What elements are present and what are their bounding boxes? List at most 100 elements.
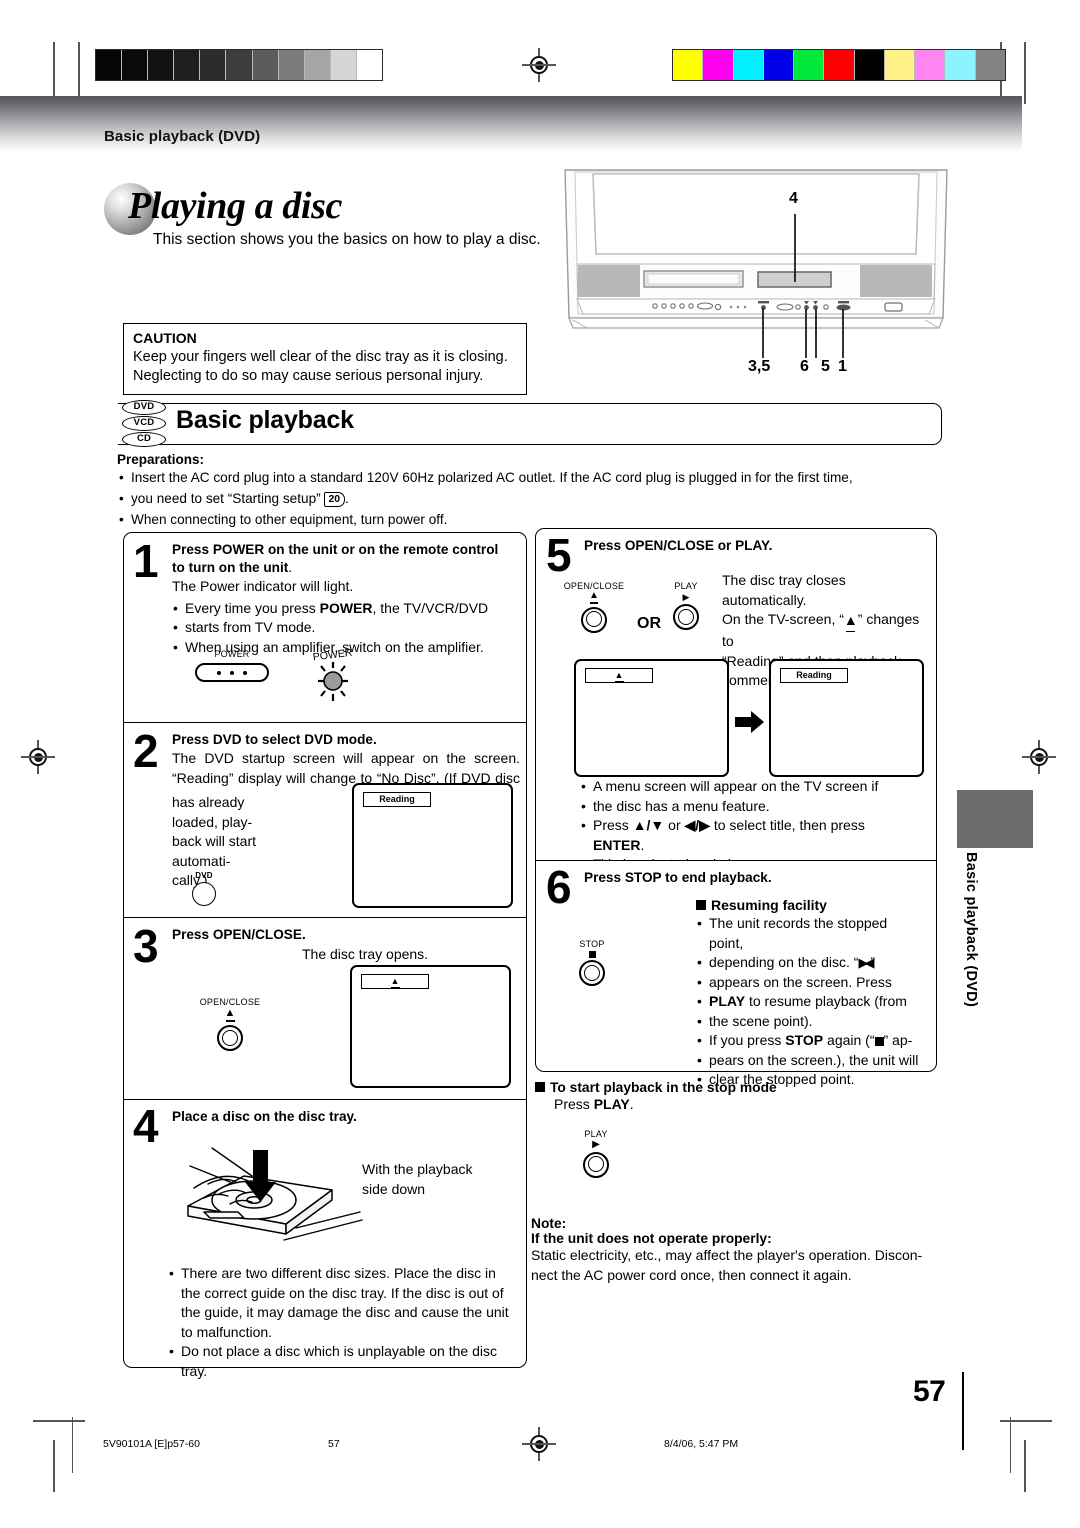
step-5-open-close-button-icon[interactable] bbox=[581, 606, 607, 633]
color-swatch-5 bbox=[823, 50, 854, 80]
square-bullet-icon bbox=[696, 900, 706, 910]
right-arrow-glyph bbox=[735, 711, 764, 733]
color-swatch-7 bbox=[883, 50, 915, 80]
step-5-bullet-3-arrows-2: ◀/▶ bbox=[684, 817, 710, 833]
step-5-play-button-icon[interactable] bbox=[673, 604, 699, 630]
preparations-label: Preparations: bbox=[117, 452, 205, 467]
device-illustration: 4 3,5 6 5 1 bbox=[555, 168, 955, 388]
note-heading: If the unit does not operate properly: bbox=[531, 1231, 772, 1246]
disc-icon-dvd: DVD bbox=[122, 400, 166, 415]
crop-mark-top-left-a bbox=[53, 42, 55, 104]
stop-button-icon[interactable] bbox=[579, 960, 605, 986]
stop-icon bbox=[588, 951, 596, 958]
power-button-label: POWER bbox=[214, 649, 250, 659]
preparations-bullet-2: When connecting to other equipment, turn… bbox=[117, 509, 945, 530]
step-1-bullet-1-b: POWER bbox=[319, 599, 373, 616]
step-6-b2-l1-d: ” ap- bbox=[883, 1032, 913, 1048]
grayscale-swatch-8 bbox=[303, 50, 330, 80]
crop-mark-bottom-left-a bbox=[33, 1420, 85, 1422]
footer-page: 57 bbox=[328, 1438, 340, 1450]
crop-mark-top-right-b bbox=[1024, 42, 1026, 104]
step-5-tv-screen-before: ▲ bbox=[574, 659, 729, 777]
caution-line-1: Keep your fingers well clear of the disc… bbox=[133, 349, 508, 365]
step-5-bullet-3-a: Press bbox=[593, 817, 633, 833]
stop-mode-play-button-icon[interactable] bbox=[583, 1151, 609, 1178]
step-5-osd-eject: ▲ bbox=[585, 668, 653, 683]
step-6-subheading-text: Resuming facility bbox=[711, 897, 827, 913]
step-5-play-label: PLAY bbox=[674, 581, 698, 591]
step-1-power-button-group: POWER bbox=[187, 649, 277, 682]
color-swatch-0 bbox=[673, 50, 703, 80]
step-6-subheading: Resuming facility bbox=[696, 897, 924, 913]
square-bullet-icon-2 bbox=[535, 1082, 545, 1092]
stop-mode-line: Press PLAY. bbox=[535, 1095, 935, 1115]
step-4-bullet-1: There are two different disc sizes. Plac… bbox=[168, 1264, 518, 1342]
grayscale-swatch-3 bbox=[173, 50, 200, 80]
step-2-number: 2 bbox=[133, 725, 159, 777]
open-close-button-label: OPEN/CLOSE bbox=[199, 997, 261, 1007]
step-6-number: 6 bbox=[546, 861, 572, 913]
step-6-b2-l1-c: again (“ bbox=[823, 1032, 875, 1048]
play-icon-small: ▶ bbox=[682, 592, 690, 602]
dvd-button-icon[interactable] bbox=[192, 882, 216, 906]
page-reference-badge[interactable]: 20 bbox=[324, 492, 346, 507]
step-4-box: 4 Place a disc on the disc tray. With th… bbox=[123, 1100, 527, 1379]
page-number: 57 bbox=[913, 1375, 946, 1408]
step-1-bullet-1-c: , the TV/VCR/DVD bbox=[372, 599, 489, 616]
stop-mode-line-c: . bbox=[629, 1096, 634, 1112]
color-swatch-3 bbox=[762, 50, 794, 80]
step-5-bullet-3-e: . bbox=[640, 836, 645, 853]
caution-line-2: Neglecting to do so may cause serious pe… bbox=[133, 368, 484, 384]
preparations-block: Preparations: Insert the AC cord plug in… bbox=[117, 452, 945, 530]
osd-eject-glyph: ▲ bbox=[390, 976, 400, 986]
crop-mark-footer-left bbox=[72, 1417, 74, 1473]
stop-square-icon bbox=[874, 1037, 884, 1046]
step-4-number: 4 bbox=[133, 1100, 159, 1152]
callout-number-3-5: 3,5 bbox=[748, 358, 771, 375]
stop-mode-play-label: PLAY bbox=[584, 1128, 608, 1139]
step-3-heading: Press OPEN/CLOSE. bbox=[172, 927, 306, 942]
step-2-body-line-1: The DVD startup screen will appear on th… bbox=[172, 750, 520, 766]
preparations-bullet-1: Insert the AC cord plug into a standard … bbox=[117, 467, 945, 488]
osd-eject-glyph-2: ▲ bbox=[614, 670, 624, 680]
grayscale-swatch-4 bbox=[199, 50, 226, 80]
step-1-bullet-1: Every time you press POWER, the TV/VCR/D… bbox=[172, 599, 517, 619]
registration-mark-left bbox=[21, 740, 55, 774]
stop-mode-block: To start playback in the stop mode Press… bbox=[535, 1080, 935, 1178]
step-1-heading-line-2-text: to turn on the unit bbox=[172, 560, 289, 575]
transition-arrow-icon bbox=[735, 711, 765, 738]
step-5-tv-screen-after: Reading bbox=[769, 659, 924, 777]
preparations-bullet-1-line-2: you need to set “Starting setup” bbox=[131, 491, 321, 506]
step-5-osd-reading: Reading bbox=[780, 668, 848, 683]
disc-icon-vcd: VCD bbox=[122, 416, 166, 431]
step-1-body: The Power indicator will light. bbox=[172, 578, 354, 594]
step-5-box: 5 Press OPEN/CLOSE or PLAY. OPEN/CLOSE ▲… bbox=[535, 528, 937, 874]
step-1-heading-line-1: Press POWER on the unit or on the remote… bbox=[172, 542, 499, 557]
step-4-caption-line-2: side down bbox=[362, 1180, 426, 1197]
resume-flag-icon: ▶◀ bbox=[858, 955, 874, 970]
disc-icon-cd: CD bbox=[122, 432, 166, 447]
step-4-bullet-2: Do not place a disc which is unplayable … bbox=[168, 1342, 518, 1381]
step-1-power-indicator-group: POWER bbox=[291, 645, 375, 720]
grayscale-swatch-1 bbox=[121, 50, 148, 80]
page-number-rule bbox=[962, 1372, 964, 1450]
registration-mark-right bbox=[1022, 740, 1056, 774]
step-4-caption-line-1: With the playback bbox=[362, 1161, 473, 1177]
step-2-tv-screen: Reading bbox=[352, 783, 513, 908]
eject-icon: ▲ bbox=[174, 1008, 286, 1022]
page-title: Playing a disc bbox=[128, 185, 342, 227]
disc-tray-illustration bbox=[174, 1132, 364, 1267]
stop-mode-play-button-group: PLAY ▶ bbox=[567, 1129, 625, 1178]
footer-file-id: 5V90101A [E]p57-60 bbox=[103, 1438, 200, 1450]
step-6-bullet-2-line-1: If you press STOP again (“ ” ap- bbox=[696, 1031, 924, 1051]
step-3-tv-screen: ▲ bbox=[350, 965, 511, 1088]
step-5-body-line-2-a: On the TV-screen, “ bbox=[722, 611, 844, 627]
step-2-box: 2 Press DVD to select DVD mode. The DVD … bbox=[123, 722, 527, 918]
open-close-button-icon[interactable] bbox=[217, 1025, 243, 1051]
preparations-bullet-1-line-1: Insert the AC cord plug into a standard … bbox=[131, 470, 853, 485]
power-button-icon[interactable] bbox=[195, 663, 269, 682]
step-5-bullet-3-b: or bbox=[664, 817, 685, 833]
step-6-bullet-1-line-2: depending on the disc. “▶◀” bbox=[696, 953, 924, 973]
step-6-b1-l2-b: ” bbox=[870, 954, 876, 970]
preparations-bullet-1-period: . bbox=[345, 491, 349, 506]
